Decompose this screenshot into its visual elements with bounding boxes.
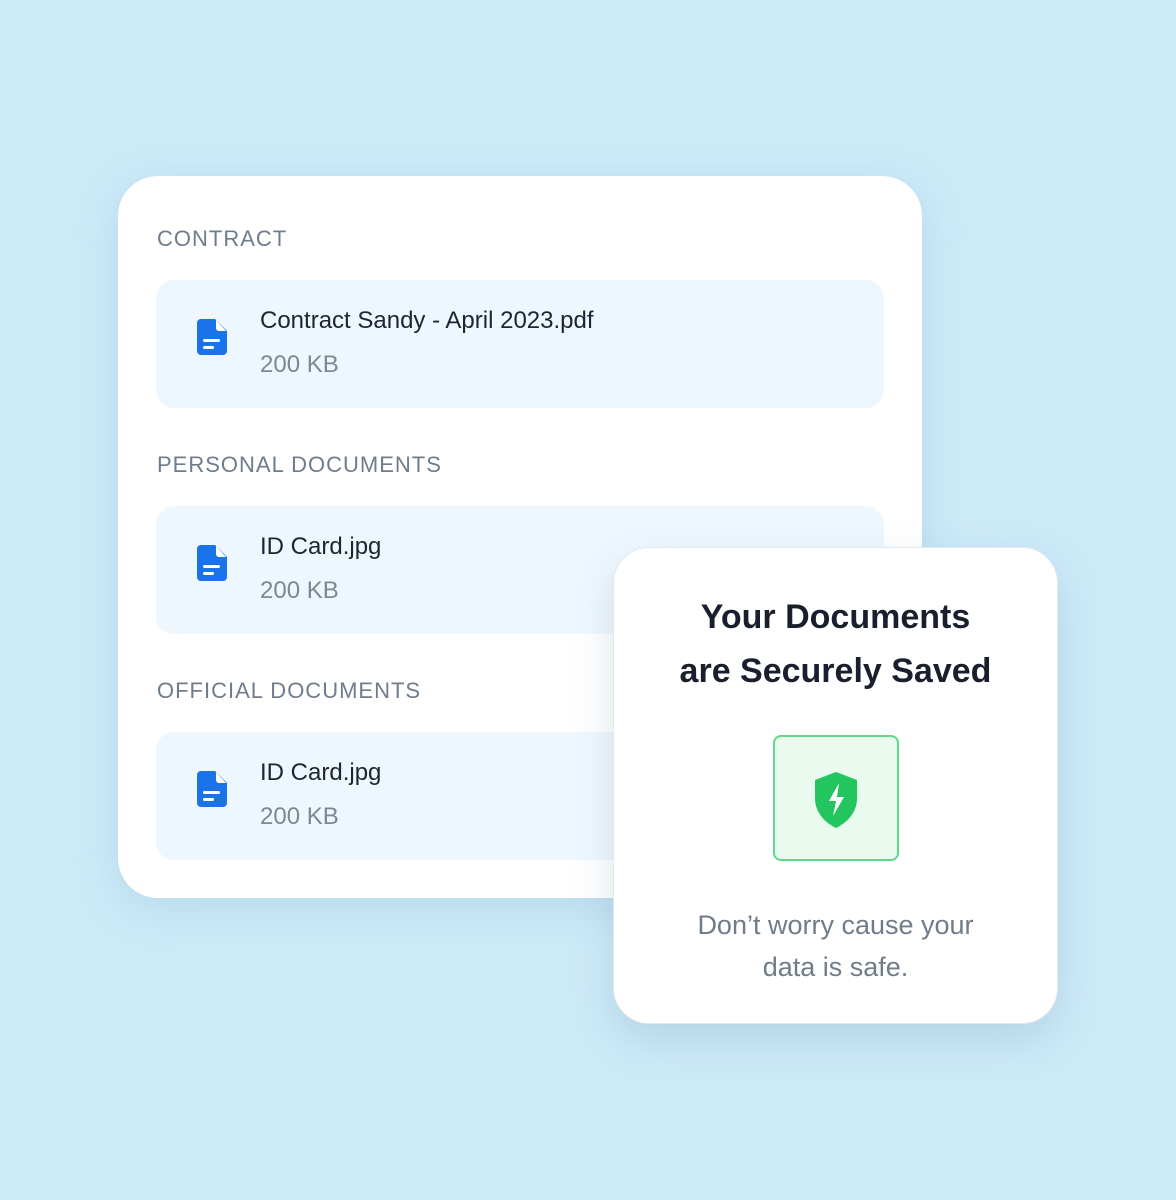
file-size: 200 KB [260, 577, 339, 604]
file-icon [197, 545, 227, 581]
file-row-contract[interactable]: Contract Sandy - April 2023.pdf 200 KB [156, 280, 884, 408]
file-name: ID Card.jpg [260, 533, 382, 560]
file-size: 200 KB [260, 803, 339, 830]
secure-title-line-1: Your Documents [700, 598, 971, 636]
secure-title-line-2: are Securely Saved [679, 652, 992, 690]
secure-subtitle-line-2: data is safe. [762, 952, 909, 982]
secure-title: Your Documents are Securely Saved [614, 590, 1057, 698]
section-label-official-documents: OFFICIAL DOCUMENTS [157, 678, 422, 703]
shield-icon [815, 772, 857, 828]
shield-badge [773, 735, 899, 861]
file-size: 200 KB [260, 351, 339, 378]
file-name: ID Card.jpg [260, 759, 382, 786]
secure-subtitle: Don’t worry cause your data is safe. [614, 904, 1057, 988]
section-label-personal-documents: PERSONAL DOCUMENTS [157, 452, 442, 477]
file-icon [197, 771, 227, 807]
file-icon [197, 319, 227, 355]
file-name: Contract Sandy - April 2023.pdf [260, 307, 594, 334]
secure-save-card: Your Documents are Securely Saved Don’t … [613, 547, 1058, 1024]
section-label-contract: CONTRACT [157, 226, 288, 251]
secure-subtitle-line-1: Don’t worry cause your [697, 910, 974, 940]
